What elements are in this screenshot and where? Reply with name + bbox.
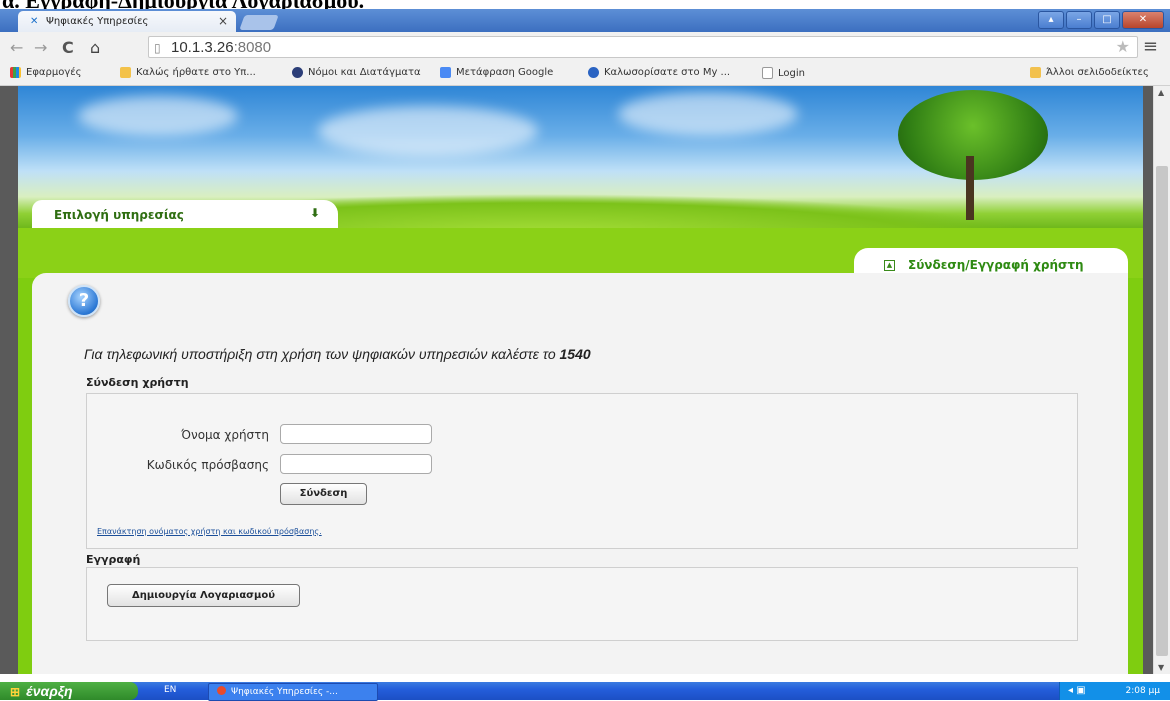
browser-toolbar: ← → C ⌂ ▯ 10.1.3.26:8080 ★ ≡ [0,32,1170,64]
create-account-button[interactable]: Δημιουργία Λογαριασμού [107,584,300,607]
network-icon[interactable]: ◂ ▣ [1068,682,1086,700]
taskbar-chrome-window[interactable]: Ψηφιακές Υπηρεσίες -... [208,683,378,701]
service-select-tab[interactable]: Επιλογή υπηρεσίας ⬇ [32,200,338,230]
bookmark-laws[interactable]: Νόμοι και Διατάγματα [292,67,421,78]
window-close-icon[interactable]: ✕ [1122,11,1164,29]
register-fieldset: Δημιουργία Λογαριασμού [86,567,1078,641]
service-select-label: Επιλογή υπηρεσίας [54,208,184,222]
site-frame: Επιλογή υπηρεσίας ⬇ ▲ Σύνδεση/Εγγραφή χρ… [18,86,1143,674]
user-icon[interactable]: ▴ [1038,11,1064,29]
globe-icon [292,67,303,78]
maximize-icon[interactable]: □ [1094,11,1120,29]
bookmark-label: Εφαρμογές [26,67,82,78]
scroll-down-icon[interactable]: ▼ [1158,663,1164,672]
bookmark-apps[interactable]: Εφαρμογές [10,67,82,78]
login-panel: ? Για τηλεφωνική υποστήριξη στη χρήση τω… [32,273,1128,674]
chrome-icon [217,686,226,695]
download-icon[interactable]: ⬇ [310,206,320,220]
bookmark-login[interactable]: Login [762,67,805,79]
register-section-title: Εγγραφή [86,553,141,566]
windows-taskbar: ⊞ έναρξη EN Ψηφιακές Υπηρεσίες -... ◂ ▣ 2… [0,682,1170,701]
login-section-title: Σύνδεση χρήστη [86,376,189,389]
support-text: Για τηλεφωνική υποστήριξη στη χρήση των … [84,346,591,362]
language-indicator[interactable]: EN [164,685,176,695]
login-button[interactable]: Σύνδεση [280,483,367,505]
password-input[interactable] [280,454,432,474]
url-port: :8080 [233,39,272,56]
recover-credentials-link[interactable]: Επανάκτηση ονόματος χρήστη και κωδικού π… [97,527,322,536]
bookmark-label: Άλλοι σελιδοδείκτες [1046,67,1149,78]
clock: 2:08 μμ [1125,686,1160,696]
folder-icon [1030,67,1041,78]
minimize-icon[interactable]: – [1066,11,1092,29]
translate-icon [440,67,451,78]
vertical-scrollbar[interactable]: ▲ ▼ [1153,86,1170,674]
bookmark-other[interactable]: Άλλοι σελιδοδείκτες [1030,67,1149,78]
bookmarks-bar: Εφαρμογές Καλώς ήρθατε στο Υπ... Νόμοι κ… [0,63,1170,86]
crest-icon [120,67,131,78]
login-register-label: Σύνδεση/Εγγραφή χρήστη [908,258,1084,272]
bookmark-translate[interactable]: Μετάφραση Google [440,67,553,78]
reload-icon[interactable]: C [62,38,74,57]
url-host: 10.1.3.26 [171,39,234,56]
site-favicon-icon: ✕ [30,15,39,27]
back-icon[interactable]: ← [10,38,23,57]
bookmark-label: Καλώς ήρθατε στο Υπ... [136,67,256,78]
bookmark-label: Νόμοι και Διατάγματα [308,67,421,78]
login-fieldset: Όνομα χρήστη Κωδικός πρόσβασης Σύνδεση Ε… [86,393,1078,549]
bookmark-welcome[interactable]: Καλώς ήρθατε στο Υπ... [120,67,256,78]
support-number: 1540 [559,346,591,362]
start-label: έναρξη [26,683,73,699]
menu-icon[interactable]: ≡ [1143,36,1158,57]
bookmark-star-icon[interactable]: ★ [1116,37,1130,56]
page-icon: ▯ [154,41,161,55]
username-label: Όνομα χρήστη [181,428,269,442]
bookmark-label: Μετάφραση Google [456,67,554,78]
help-icon[interactable]: ? [68,285,100,317]
page-icon [762,67,773,79]
bookmark-label: Login [778,67,805,79]
tab-close-icon[interactable]: × [218,14,228,28]
bookmark-my[interactable]: Καλωσορίσατε στο My ... [588,67,730,78]
browser-titlebar: ✕ Ψηφιακές Υπηρεσίες × ▴ – □ ✕ [0,9,1170,32]
forward-icon[interactable]: → [34,38,47,57]
password-label: Κωδικός πρόσβασης [146,458,269,472]
window-controls: ▴ – □ ✕ [1038,11,1164,29]
new-tab-button[interactable] [239,15,279,30]
scroll-thumb[interactable] [1156,166,1168,656]
start-button[interactable]: ⊞ έναρξη [0,682,138,700]
windows-logo-icon: ⊞ [10,685,21,699]
home-icon[interactable]: ⌂ [90,38,100,57]
apps-grid-icon [10,67,21,78]
globe-icon [588,67,599,78]
page-viewport: Επιλογή υπηρεσίας ⬇ ▲ Σύνδεση/Εγγραφή χρ… [0,86,1153,674]
bookmark-label: Καλωσορίσατε στο My ... [604,67,731,78]
collapse-icon[interactable]: ▲ [884,259,895,271]
task-label: Ψηφιακές Υπηρεσίες -... [231,687,338,697]
username-input[interactable] [280,424,432,444]
address-bar[interactable]: ▯ 10.1.3.26:8080 [148,36,1138,58]
system-tray: ◂ ▣ 2:08 μμ [1059,682,1170,700]
scroll-up-icon[interactable]: ▲ [1158,88,1164,97]
browser-tab[interactable]: ✕ Ψηφιακές Υπηρεσίες × [18,11,236,32]
tab-title: Ψηφιακές Υπηρεσίες [46,16,149,27]
